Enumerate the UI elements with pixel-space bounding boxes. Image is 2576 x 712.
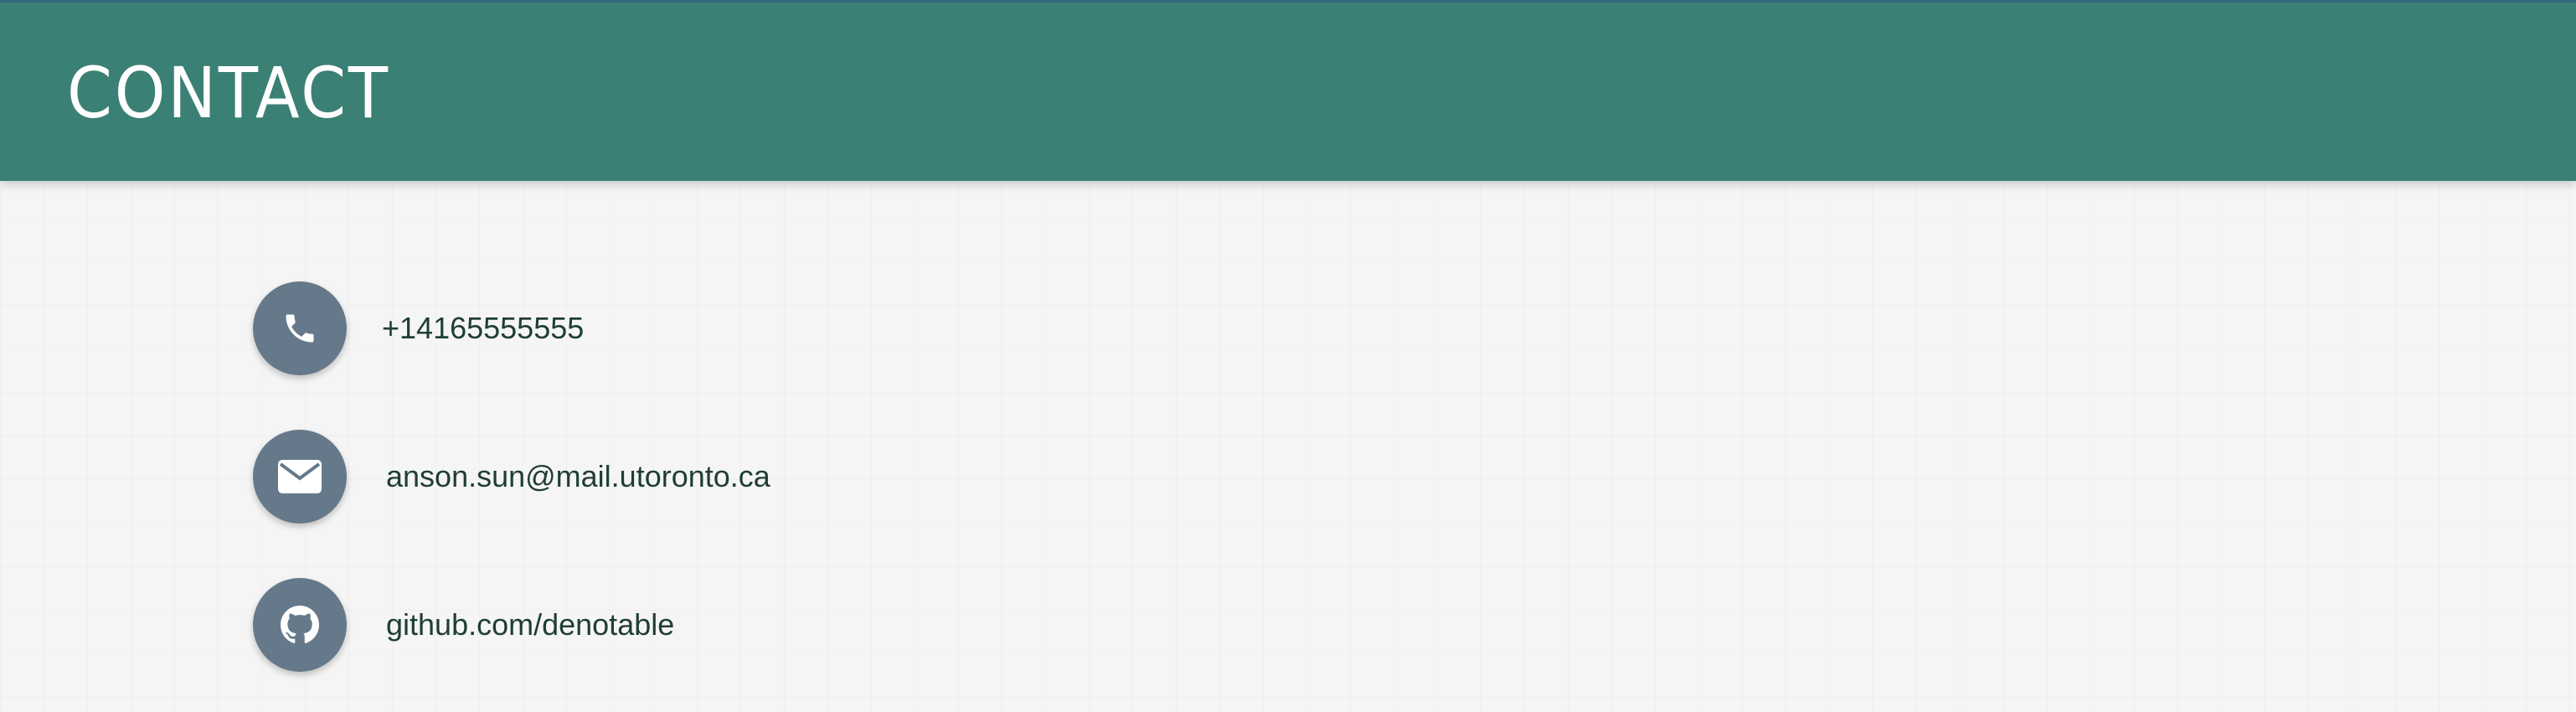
contact-list: +14165555555 anson.sun@mail.utoronto.ca … [253, 281, 770, 712]
contact-item-phone: +14165555555 [253, 281, 770, 375]
contact-page: CONTACT +14165555555 anson.sun@mail.utor… [0, 0, 2576, 712]
contact-item-github: github.com/denotable [253, 578, 770, 672]
page-header: CONTACT [0, 0, 2576, 181]
envelope-icon-glyph [278, 460, 322, 493]
phone-icon-glyph [286, 314, 314, 343]
page-title: CONTACT [67, 52, 390, 134]
github-link[interactable]: github.com/denotable [386, 607, 674, 642]
phone-icon [253, 281, 347, 375]
email-link[interactable]: anson.sun@mail.utoronto.ca [386, 459, 770, 494]
envelope-icon [253, 430, 347, 524]
github-icon [253, 578, 347, 672]
github-icon-glyph [281, 606, 319, 643]
contact-item-email: anson.sun@mail.utoronto.ca [253, 430, 770, 524]
phone-link[interactable]: +14165555555 [382, 311, 584, 346]
